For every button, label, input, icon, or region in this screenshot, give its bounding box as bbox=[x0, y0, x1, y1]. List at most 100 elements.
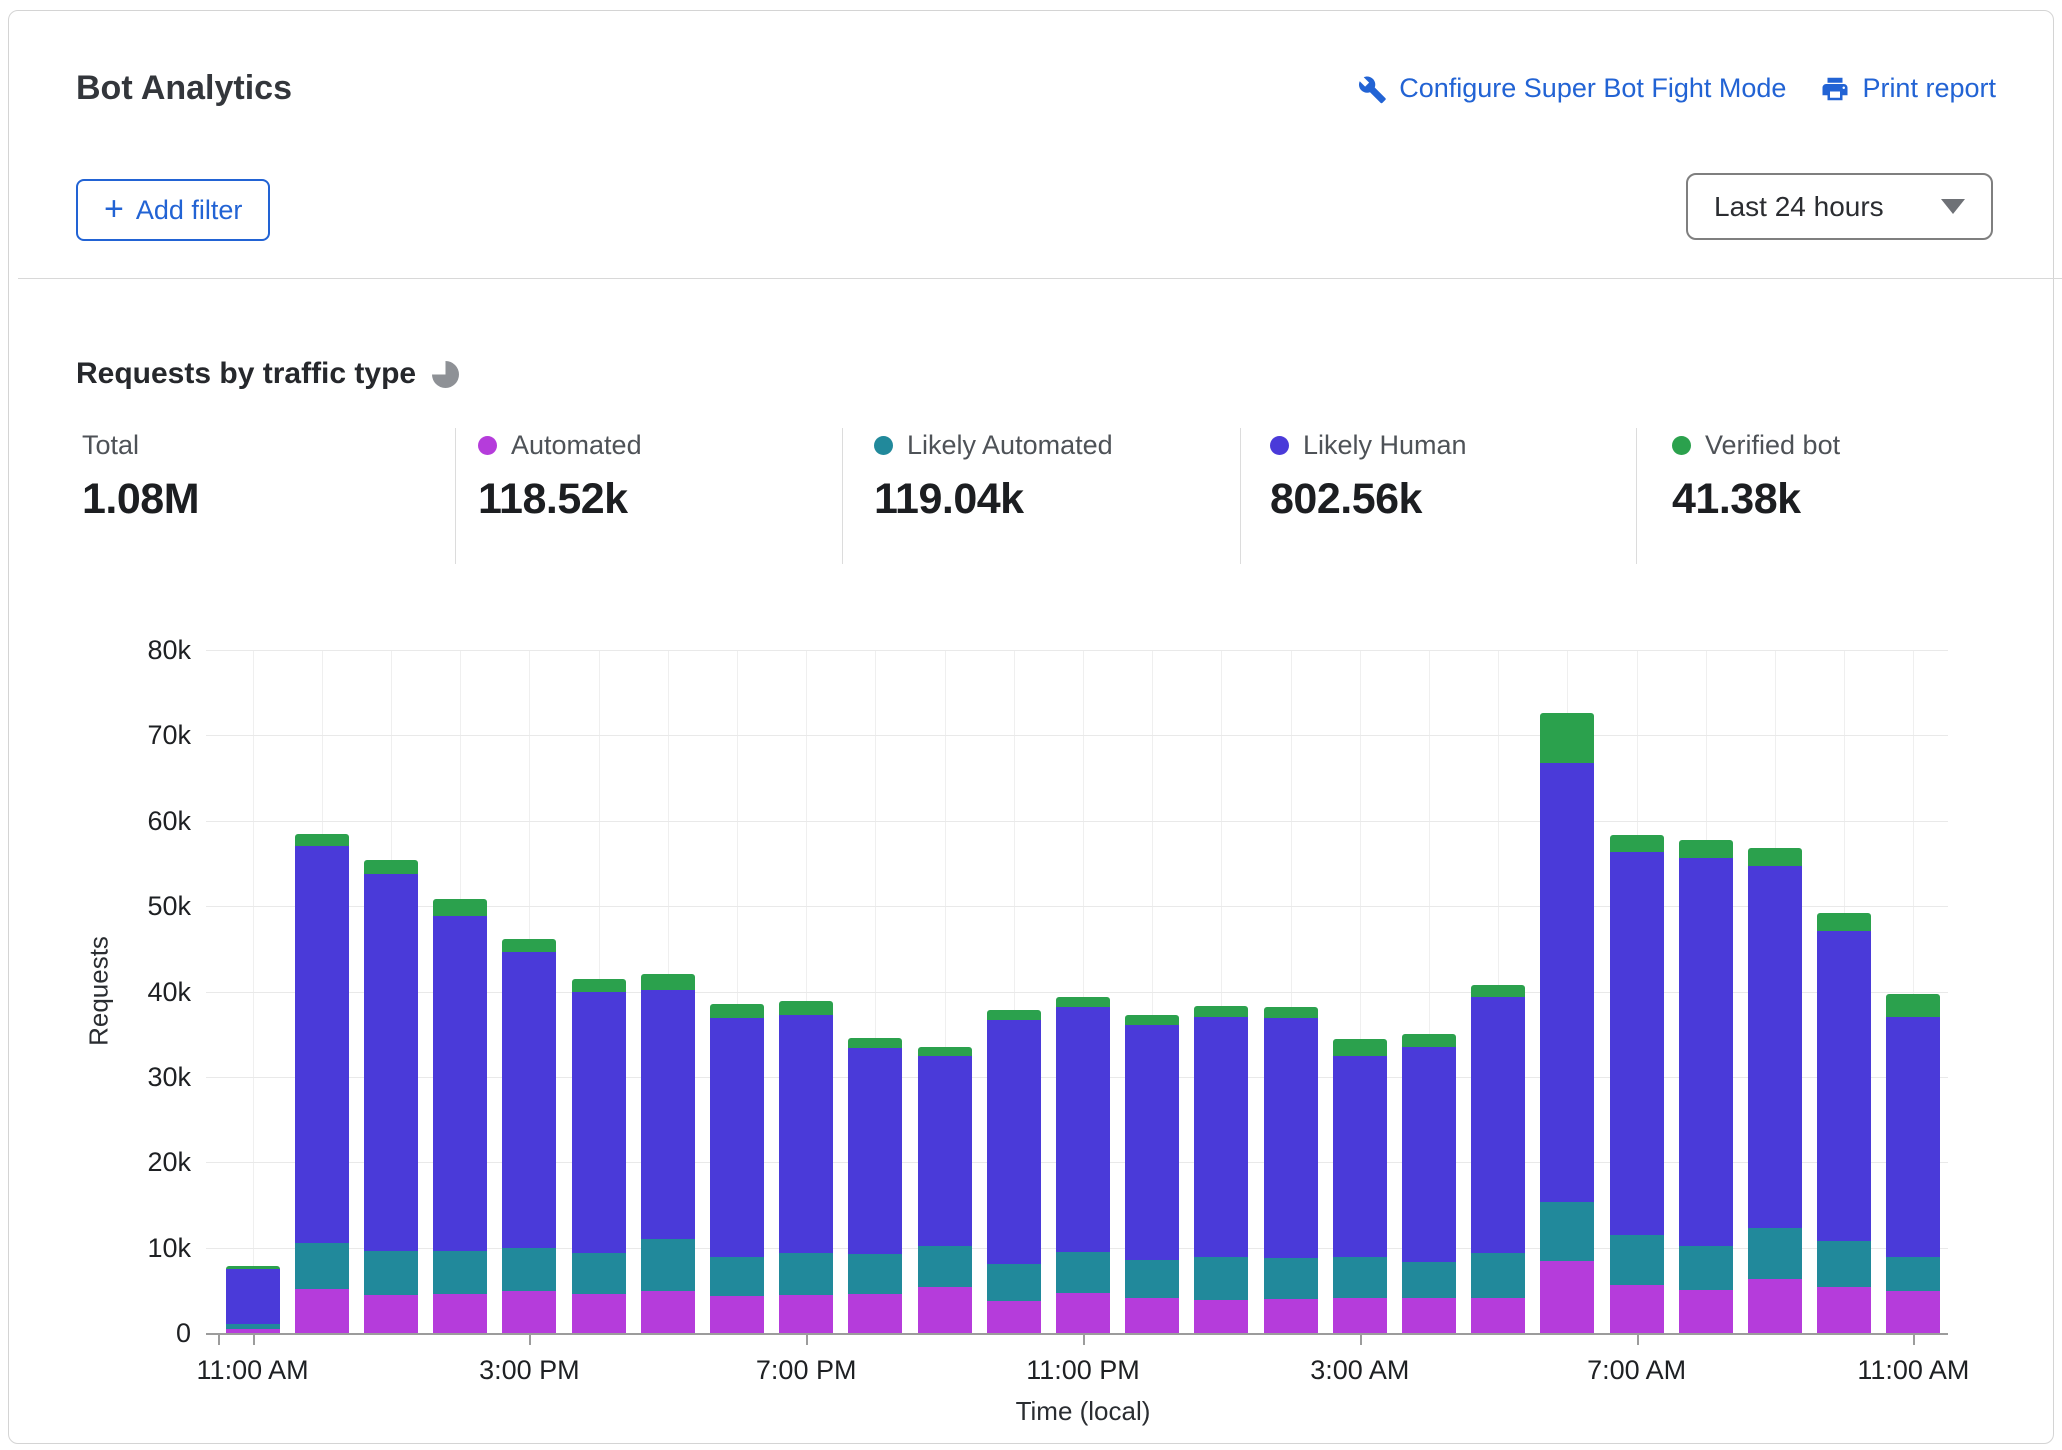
bar-segment-likely-human[interactable] bbox=[1679, 858, 1733, 1246]
bar-7-00-am[interactable] bbox=[1610, 835, 1664, 1333]
bar-segment-verified-bot[interactable] bbox=[433, 899, 487, 915]
bar-segment-verified-bot[interactable] bbox=[1817, 913, 1871, 931]
bar-segment-verified-bot[interactable] bbox=[572, 979, 626, 993]
bar-segment-likely-automated[interactable] bbox=[987, 1264, 1041, 1302]
bar-5-00-pm[interactable] bbox=[641, 974, 695, 1333]
bar-segment-likely-automated[interactable] bbox=[1540, 1202, 1594, 1261]
bar-segment-automated[interactable] bbox=[779, 1295, 833, 1333]
bar-segment-automated[interactable] bbox=[1402, 1298, 1456, 1333]
bar-segment-automated[interactable] bbox=[1748, 1279, 1802, 1333]
bar-segment-verified-bot[interactable] bbox=[1194, 1006, 1248, 1017]
bar-segment-likely-human[interactable] bbox=[1264, 1018, 1318, 1258]
bar-segment-automated[interactable] bbox=[1610, 1285, 1664, 1333]
bar-segment-likely-human[interactable] bbox=[710, 1018, 764, 1257]
bar-segment-likely-automated[interactable] bbox=[710, 1257, 764, 1296]
bar-segment-likely-automated[interactable] bbox=[295, 1243, 349, 1289]
bar-segment-automated[interactable] bbox=[226, 1329, 280, 1333]
bar-segment-likely-human[interactable] bbox=[364, 874, 418, 1251]
bar-segment-likely-automated[interactable] bbox=[1748, 1228, 1802, 1279]
bar-6-00-pm[interactable] bbox=[710, 1004, 764, 1333]
bar-12-00-am[interactable] bbox=[1125, 1015, 1179, 1333]
bar-segment-likely-human[interactable] bbox=[1886, 1017, 1940, 1257]
bar-segment-verified-bot[interactable] bbox=[641, 974, 695, 990]
bar-segment-verified-bot[interactable] bbox=[1264, 1007, 1318, 1018]
bar-segment-likely-human[interactable] bbox=[641, 990, 695, 1239]
bar-segment-likely-automated[interactable] bbox=[1056, 1252, 1110, 1293]
bar-segment-verified-bot[interactable] bbox=[1333, 1039, 1387, 1056]
bar-segment-automated[interactable] bbox=[641, 1291, 695, 1333]
bar-segment-likely-human[interactable] bbox=[1333, 1056, 1387, 1257]
bar-segment-likely-human[interactable] bbox=[1402, 1047, 1456, 1262]
bar-8-00-am[interactable] bbox=[1679, 840, 1733, 1333]
bar-segment-verified-bot[interactable] bbox=[1056, 997, 1110, 1007]
bar-segment-likely-automated[interactable] bbox=[779, 1253, 833, 1295]
bar-4-00-pm[interactable] bbox=[572, 979, 626, 1333]
bar-segment-automated[interactable] bbox=[1817, 1287, 1871, 1333]
bar-segment-likely-automated[interactable] bbox=[1194, 1257, 1248, 1300]
bar-segment-automated[interactable] bbox=[1471, 1298, 1525, 1333]
bar-segment-likely-automated[interactable] bbox=[1886, 1257, 1940, 1291]
bar-segment-likely-human[interactable] bbox=[1817, 931, 1871, 1241]
bar-segment-automated[interactable] bbox=[987, 1301, 1041, 1333]
bar-segment-verified-bot[interactable] bbox=[295, 834, 349, 847]
bar-10-00-am[interactable] bbox=[1817, 913, 1871, 1333]
bar-6-00-am[interactable] bbox=[1540, 713, 1594, 1333]
bar-segment-likely-human[interactable] bbox=[848, 1048, 902, 1255]
bar-segment-verified-bot[interactable] bbox=[1748, 848, 1802, 866]
bar-segment-verified-bot[interactable] bbox=[1679, 840, 1733, 858]
bar-segment-likely-human[interactable] bbox=[779, 1015, 833, 1253]
bar-9-00-am[interactable] bbox=[1748, 848, 1802, 1333]
bar-segment-likely-automated[interactable] bbox=[641, 1239, 695, 1291]
bar-segment-likely-human[interactable] bbox=[1471, 997, 1525, 1253]
bar-segment-automated[interactable] bbox=[710, 1296, 764, 1333]
bar-2-00-pm[interactable] bbox=[433, 899, 487, 1333]
bar-segment-likely-automated[interactable] bbox=[1125, 1260, 1179, 1298]
bar-segment-automated[interactable] bbox=[848, 1294, 902, 1333]
bar-segment-likely-human[interactable] bbox=[572, 992, 626, 1252]
bar-segment-likely-human[interactable] bbox=[295, 846, 349, 1243]
bar-12-00-pm[interactable] bbox=[295, 834, 349, 1333]
bar-segment-verified-bot[interactable] bbox=[1540, 713, 1594, 763]
bar-7-00-pm[interactable] bbox=[779, 1001, 833, 1333]
bar-segment-verified-bot[interactable] bbox=[1402, 1034, 1456, 1047]
bar-segment-likely-human[interactable] bbox=[987, 1020, 1041, 1264]
bar-segment-likely-human[interactable] bbox=[918, 1056, 972, 1246]
bar-11-00-am[interactable] bbox=[1886, 994, 1940, 1333]
bar-segment-likely-automated[interactable] bbox=[1264, 1258, 1318, 1299]
bar-segment-automated[interactable] bbox=[1886, 1291, 1940, 1333]
bar-segment-likely-human[interactable] bbox=[1540, 763, 1594, 1203]
bar-segment-automated[interactable] bbox=[1056, 1293, 1110, 1333]
bar-1-00-pm[interactable] bbox=[364, 860, 418, 1333]
bar-segment-automated[interactable] bbox=[1540, 1261, 1594, 1333]
bar-1-00-am[interactable] bbox=[1194, 1006, 1248, 1333]
bar-segment-likely-automated[interactable] bbox=[1817, 1241, 1871, 1287]
bar-segment-automated[interactable] bbox=[918, 1287, 972, 1333]
bar-5-00-am[interactable] bbox=[1471, 985, 1525, 1333]
bar-segment-likely-human[interactable] bbox=[502, 952, 556, 1247]
bar-segment-likely-automated[interactable] bbox=[364, 1251, 418, 1295]
bar-segment-automated[interactable] bbox=[1125, 1298, 1179, 1333]
bar-segment-verified-bot[interactable] bbox=[364, 860, 418, 874]
bar-3-00-pm[interactable] bbox=[502, 939, 556, 1333]
bar-11-00-am[interactable] bbox=[226, 1266, 280, 1333]
bar-9-00-pm[interactable] bbox=[918, 1047, 972, 1333]
bar-segment-verified-bot[interactable] bbox=[1471, 985, 1525, 997]
bar-segment-likely-human[interactable] bbox=[1056, 1007, 1110, 1252]
bar-segment-automated[interactable] bbox=[295, 1289, 349, 1333]
bar-segment-automated[interactable] bbox=[1679, 1290, 1733, 1333]
bar-segment-likely-automated[interactable] bbox=[918, 1246, 972, 1287]
bar-segment-likely-automated[interactable] bbox=[502, 1248, 556, 1292]
bar-segment-likely-human[interactable] bbox=[1748, 866, 1802, 1228]
bar-segment-likely-human[interactable] bbox=[433, 916, 487, 1252]
bar-segment-automated[interactable] bbox=[433, 1294, 487, 1333]
bar-segment-likely-automated[interactable] bbox=[1679, 1246, 1733, 1290]
bar-segment-verified-bot[interactable] bbox=[918, 1047, 972, 1056]
bar-segment-likely-automated[interactable] bbox=[848, 1254, 902, 1293]
bar-segment-likely-automated[interactable] bbox=[1333, 1257, 1387, 1298]
bar-segment-automated[interactable] bbox=[1194, 1300, 1248, 1333]
bar-segment-likely-automated[interactable] bbox=[572, 1253, 626, 1294]
bar-segment-likely-automated[interactable] bbox=[1471, 1253, 1525, 1298]
bar-segment-likely-human[interactable] bbox=[1194, 1017, 1248, 1257]
bar-8-00-pm[interactable] bbox=[848, 1038, 902, 1333]
bar-segment-automated[interactable] bbox=[364, 1295, 418, 1333]
